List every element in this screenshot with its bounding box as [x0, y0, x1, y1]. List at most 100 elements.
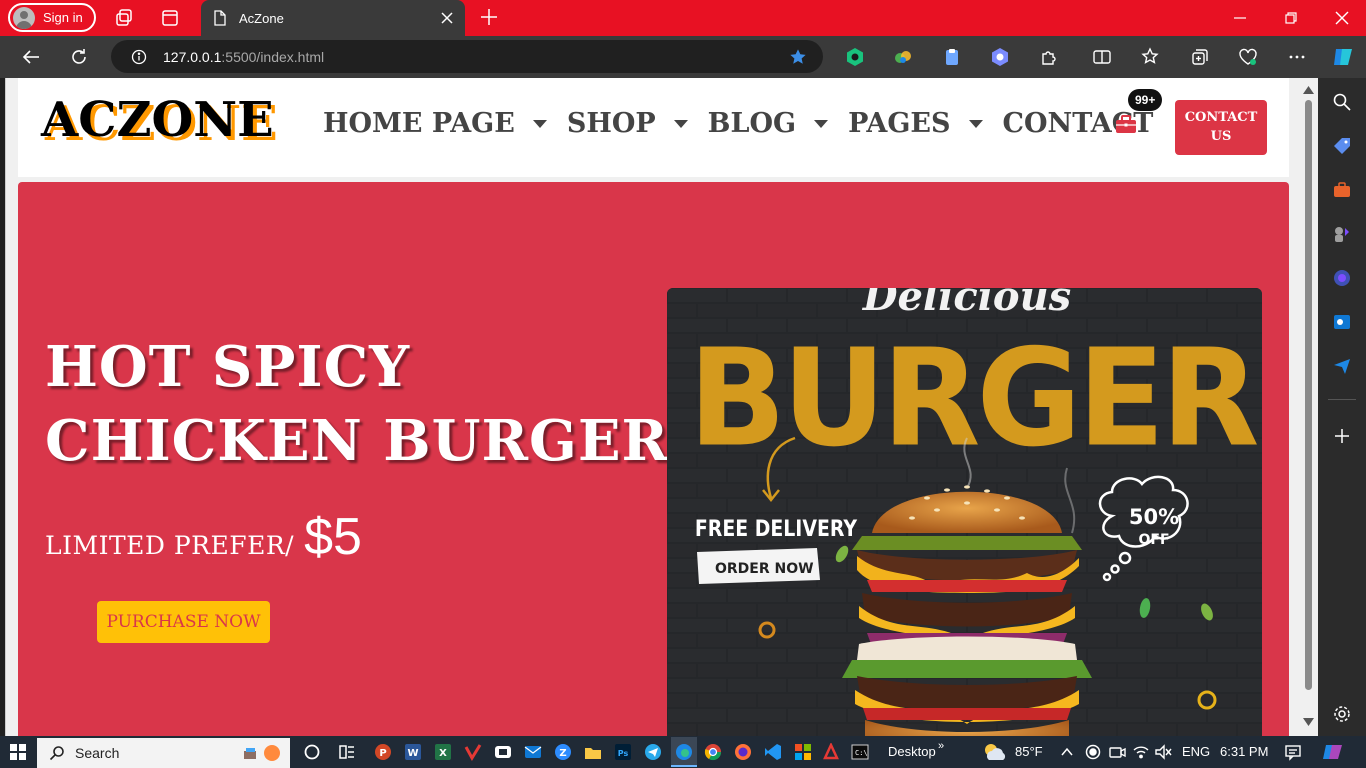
windows-start-icon[interactable] — [9, 743, 27, 761]
mail-icon[interactable] — [524, 743, 542, 761]
extension-doc-icon[interactable] — [942, 47, 962, 67]
workspaces-icon[interactable] — [114, 8, 134, 28]
clock-time[interactable]: 6:31 PM — [1220, 744, 1268, 759]
terminal-icon[interactable]: C:\ — [851, 743, 869, 761]
address-bar[interactable]: 127.0.0.1:5500/index.html — [111, 40, 823, 73]
toolbar-expand-icon[interactable]: » — [938, 740, 944, 752]
caret-down-icon[interactable] — [532, 119, 547, 128]
avatar-icon — [13, 6, 35, 29]
sidebar-divider — [1328, 399, 1356, 400]
extensions-puzzle-icon[interactable] — [1039, 47, 1059, 67]
wifi-icon[interactable] — [1132, 743, 1150, 761]
extension-vpn-icon[interactable] — [990, 47, 1010, 67]
nav-label: PAGES — [848, 108, 951, 139]
tab-aczone[interactable]: AcZone — [201, 0, 465, 36]
purchase-now-button[interactable]: PURCHASE NOW — [97, 601, 270, 643]
svg-text:X: X — [439, 748, 447, 759]
refresh-icon[interactable] — [68, 46, 90, 68]
scroll-up-icon[interactable] — [1303, 86, 1314, 94]
office-icon[interactable] — [794, 743, 812, 761]
word-icon[interactable]: W — [404, 743, 422, 761]
site-logo[interactable]: ACZONE — [41, 92, 274, 148]
weather-cloud-icon[interactable] — [981, 740, 1009, 764]
add-icon[interactable] — [1332, 426, 1352, 446]
notifications-icon[interactable] — [1284, 743, 1302, 761]
split-screen-icon[interactable] — [1092, 47, 1112, 67]
excel-icon[interactable]: X — [434, 743, 452, 761]
favorites-icon[interactable] — [1141, 47, 1161, 67]
zoom-icon[interactable]: Z — [554, 743, 572, 761]
more-menu-icon[interactable] — [1287, 47, 1307, 67]
input-language[interactable]: ENG — [1182, 744, 1210, 759]
tab-actions-icon[interactable] — [160, 8, 180, 28]
hero-offer: LIMITED PREFER/ $5 — [45, 507, 362, 567]
powerpoint-icon[interactable]: P — [374, 743, 392, 761]
hero-title-line-1: HOT SPICY — [45, 334, 411, 400]
cart-briefcase-icon[interactable] — [1115, 114, 1137, 134]
record-icon[interactable] — [1084, 743, 1102, 761]
copilot-sidebar-icon[interactable] — [1332, 268, 1352, 288]
chevron-up-icon[interactable] — [1060, 743, 1074, 761]
close-window-icon[interactable] — [1330, 6, 1354, 30]
acrobat-icon[interactable] — [822, 743, 840, 761]
scrollbar-thumb[interactable] — [1305, 100, 1312, 690]
back-icon[interactable] — [20, 46, 42, 68]
outlook-icon[interactable] — [1332, 312, 1352, 332]
favorite-star-icon[interactable] — [789, 48, 807, 66]
copilot-icon[interactable] — [1331, 45, 1355, 69]
caret-down-icon[interactable] — [673, 119, 688, 128]
shopping-tag-icon[interactable] — [1332, 136, 1352, 156]
restore-icon[interactable] — [1279, 6, 1303, 30]
widgets-icon[interactable] — [338, 743, 356, 761]
nav-item-pages[interactable]: PAGES — [848, 108, 984, 139]
minimize-icon[interactable] — [1228, 6, 1252, 30]
nav-item-shop[interactable]: SHOP — [567, 108, 690, 139]
firefox-icon[interactable] — [734, 743, 752, 761]
page-icon — [214, 10, 226, 26]
nav-item-home-page[interactable]: HOME PAGE — [323, 108, 549, 139]
vector-app-icon[interactable] — [464, 743, 482, 761]
promo-free-delivery: FREE DELIVERY — [695, 515, 858, 541]
tools-briefcase-icon[interactable] — [1332, 180, 1352, 200]
games-icon[interactable] — [1332, 224, 1352, 244]
vscode-icon[interactable] — [764, 743, 782, 761]
capcut-icon[interactable] — [494, 743, 512, 761]
contact-us-button[interactable]: CONTACT US — [1175, 100, 1267, 155]
profile-signin-button[interactable]: Sign in — [8, 3, 96, 32]
scroll-down-icon[interactable] — [1303, 718, 1314, 726]
caret-down-icon[interactable] — [968, 119, 983, 128]
volume-muted-icon[interactable] — [1154, 743, 1172, 761]
collections-icon[interactable] — [1190, 47, 1210, 67]
edge-icon[interactable] — [675, 743, 693, 761]
cart-count-badge: 99+ — [1128, 89, 1163, 111]
browser-essentials-icon[interactable] — [1238, 47, 1258, 67]
offer-label: LIMITED PREFER/ — [45, 531, 295, 560]
site-header: ACZONE HOME PAGE SHOP BLOG PAGES CONTACT — [18, 78, 1289, 177]
weather-temperature[interactable]: 85°F — [1015, 744, 1043, 759]
nav-label: BLOG — [707, 108, 797, 139]
settings-gear-icon[interactable] — [1332, 704, 1352, 724]
file-explorer-icon[interactable] — [584, 743, 602, 761]
site-info-icon[interactable] — [131, 49, 147, 65]
page-scrollbar[interactable] — [1299, 78, 1318, 736]
nav-item-blog[interactable]: BLOG — [708, 108, 830, 139]
caret-down-icon[interactable] — [814, 119, 829, 128]
send-icon[interactable] — [1332, 356, 1352, 376]
promo-discount-label: OFF — [1138, 532, 1169, 548]
new-tab-icon[interactable] — [478, 6, 500, 28]
camera-icon[interactable] — [1108, 743, 1126, 761]
search-icon — [49, 746, 64, 761]
extension-color-icon[interactable] — [893, 47, 913, 67]
close-tab-icon[interactable] — [437, 8, 457, 28]
photoshop-icon[interactable]: Ps — [614, 743, 632, 761]
chrome-icon[interactable] — [704, 743, 722, 761]
copilot-taskbar-icon[interactable] — [1322, 741, 1344, 763]
search-icon[interactable] — [1332, 92, 1352, 112]
taskbar-search-box[interactable]: Search — [37, 738, 290, 768]
extension-shield-icon[interactable] — [845, 47, 865, 67]
signin-label: Sign in — [43, 10, 83, 25]
desktop-toolbar-label[interactable]: Desktop — [888, 744, 936, 759]
telegram-icon[interactable] — [644, 743, 662, 761]
task-view-icon[interactable] — [303, 743, 321, 761]
promo-discount-value: 50% — [1129, 505, 1179, 529]
